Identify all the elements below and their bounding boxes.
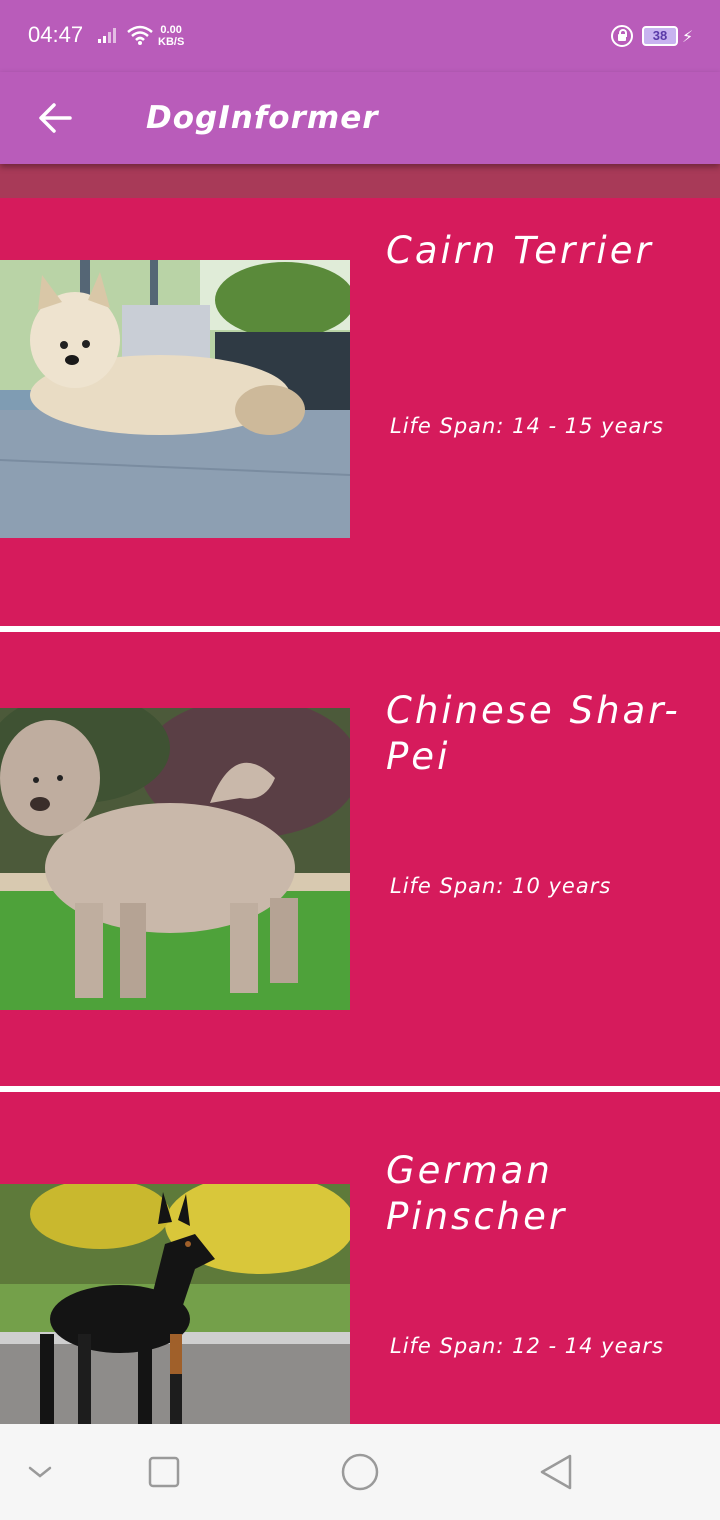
breed-life-span: Life Span: 10 years: [390, 874, 612, 898]
breed-card-chinese-shar-pei[interactable]: Chinese Shar-Pei Life Span: 10 years: [0, 632, 720, 1086]
net-speed-unit: KB/S: [158, 36, 185, 48]
breed-card-german-pinscher[interactable]: German Pinscher Life Span: 12 - 14 years: [0, 1092, 720, 1424]
recents-icon: [148, 1456, 180, 1488]
home-icon: [341, 1453, 379, 1491]
battery-level: 38: [652, 28, 668, 43]
cairn-terrier-photo: [0, 260, 350, 538]
back-nav-button[interactable]: [532, 1448, 580, 1496]
app-bar: DogInformer: [0, 72, 720, 164]
breed-life-span: Life Span: 14 - 15 years: [390, 414, 664, 438]
wifi-icon: [126, 24, 154, 50]
home-button[interactable]: [336, 1448, 384, 1496]
network-speed: 0.00 KB/S: [158, 24, 184, 48]
signal-icon: [98, 26, 120, 48]
recents-button[interactable]: [140, 1448, 188, 1496]
breed-name: German Pinscher: [386, 1149, 568, 1238]
breed-life-span: Life Span: 12 - 14 years: [390, 1334, 664, 1358]
arrow-left-icon: [39, 103, 72, 133]
net-speed-value: 0.00: [160, 24, 182, 36]
status-bar: 04:47 0.00 KB/S 38 ⚡: [0, 0, 720, 72]
chevron-down-icon: [28, 1466, 52, 1478]
charging-icon: ⚡: [682, 27, 694, 46]
list-top-divider: [0, 164, 720, 198]
status-time: 04:47: [28, 22, 84, 47]
shar-pei-photo: [0, 708, 350, 1010]
app-title: DogInformer: [146, 100, 379, 136]
collapse-button[interactable]: [16, 1448, 64, 1496]
breed-name: Chinese Shar-Pei: [386, 689, 681, 778]
back-button[interactable]: [30, 92, 82, 144]
breed-name: Cairn Terrier: [386, 229, 654, 272]
battery-icon: 38: [642, 26, 678, 46]
system-nav-bar: [0, 1424, 720, 1520]
back-triangle-icon: [540, 1454, 572, 1490]
breed-card-cairn-terrier[interactable]: Cairn Terrier Life Span: 14 - 15 years: [0, 198, 720, 626]
lock-icon: [611, 25, 633, 47]
german-pinscher-photo: [0, 1184, 350, 1424]
